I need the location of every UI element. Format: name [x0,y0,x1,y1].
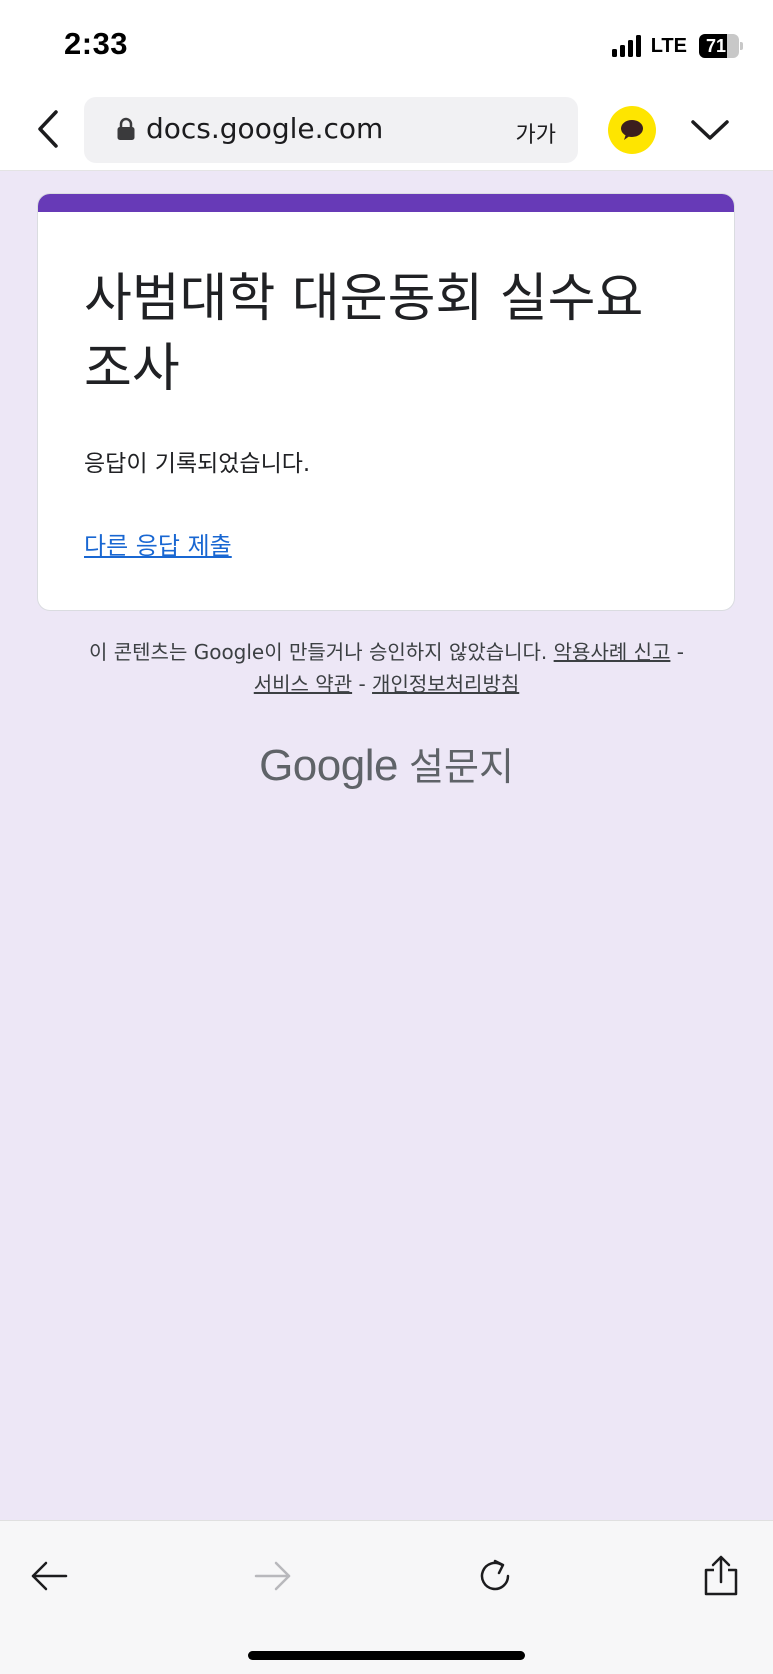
status-indicators: LTE 71 [611,32,743,60]
footer-disclaimer: 이 콘텐츠는 Google이 만들거나 승인하지 않았습니다. 악용사례 신고 … [40,636,733,700]
browser-toolbar [0,1520,773,1674]
google-wordmark: Google [259,741,398,790]
status-time: 2:33 [64,26,129,61]
footer-separator: - [358,672,366,696]
card-accent-bar [38,194,734,212]
lock-icon [116,117,136,141]
status-bar: 2:33 LTE 71 [0,0,773,88]
form-title: 사범대학 대운동회 실수요 조사 [84,269,644,399]
address-bar[interactable]: docs.google.com 가가 [84,97,578,163]
share-icon[interactable] [696,1551,746,1601]
arrow-left-icon[interactable] [24,1551,74,1601]
forms-wordmark: 설문지 [409,745,514,789]
arrow-right-icon[interactable] [248,1551,298,1601]
kakao-talk-icon[interactable] [608,106,656,154]
browser-nav-bar: docs.google.com 가가 [0,88,773,171]
footer-separator: - [676,640,684,664]
confirmation-message: 응답이 기록되었습니다. [84,451,311,477]
reload-icon[interactable] [470,1551,520,1601]
terms-of-service-link[interactable]: 서비스 약관 [254,672,352,696]
google-forms-logo[interactable]: Google 설문지 [0,736,773,791]
report-abuse-link[interactable]: 악용사례 신고 [554,640,671,664]
home-indicator[interactable] [248,1651,525,1660]
back-chevron-icon[interactable] [28,106,68,152]
battery-percentage: 71 [705,36,727,56]
signal-icon [611,35,641,57]
network-label: LTE [650,34,687,57]
privacy-policy-link[interactable]: 개인정보처리방침 [372,672,519,696]
url-text: docs.google.com [146,112,384,145]
disclaimer-text: 이 콘텐츠는 Google이 만들거나 승인하지 않았습니다. [89,640,548,664]
text-size-button[interactable]: 가가 [516,117,556,149]
battery-icon: 71 [699,34,743,58]
chevron-down-icon[interactable] [688,110,732,150]
submit-another-response-link[interactable]: 다른 응답 제출 [84,526,232,561]
form-response-card: 사범대학 대운동회 실수요 조사 응답이 기록되었습니다. 다른 응답 제출 [38,194,734,610]
